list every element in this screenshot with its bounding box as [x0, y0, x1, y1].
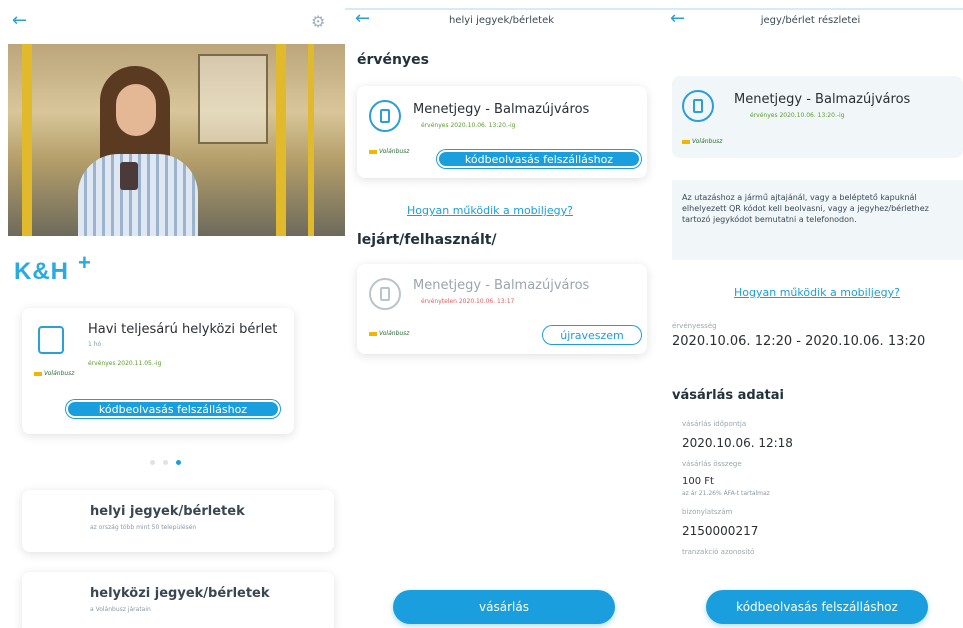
scan-code-button[interactable]: kódbeolvasás felszálláshoz: [66, 400, 280, 418]
valid-ticket-card[interactable]: Menetjegy - Balmazújváros érvényes 2020.…: [357, 86, 647, 178]
scan-code-button[interactable]: kódbeolvasás felszálláshoz: [706, 590, 928, 624]
transaction-label: tranzakció azonosító: [682, 548, 755, 556]
amount-value: 100 Ft: [682, 476, 714, 487]
volanbusz-logo: Volánbusz: [682, 138, 722, 145]
top-bar: ← helyi jegyek/bérletek: [345, 0, 658, 40]
page-title: helyi jegyek/bérletek: [448, 14, 555, 26]
page-title: jegy/bérlet részletei: [760, 14, 861, 26]
hero-image: [8, 44, 345, 236]
pass-calendar-icon: [38, 326, 64, 354]
scan-code-button[interactable]: kódbeolvasás felszálláshoz: [437, 150, 641, 168]
pass-title: Havi teljesárú helyközi bérlet: [88, 322, 278, 337]
back-arrow-icon[interactable]: ←: [12, 12, 32, 32]
purchase-time-value: 2020.10.06. 12:18: [682, 436, 793, 450]
how-it-works-link[interactable]: Hogyan működik a mobiljegy?: [407, 204, 573, 217]
volanbusz-logo: Volánbusz: [34, 370, 74, 377]
list-item-subtitle: az ország több mint 50 településén: [90, 524, 197, 531]
carousel-dots: [150, 460, 181, 465]
back-arrow-icon[interactable]: ←: [670, 10, 690, 30]
ticket-title: Menetjegy - Balmazújváros: [734, 92, 911, 107]
local-tickets-screen: ← helyi jegyek/bérletek érvényes Menetje…: [345, 0, 658, 628]
carousel-dot[interactable]: [163, 460, 168, 465]
volanbusz-logo: Volánbusz: [369, 148, 409, 155]
pass-card[interactable]: Havi teljesárú helyközi bérlet 1 hó érvé…: [22, 308, 294, 434]
carousel-dot-active[interactable]: [176, 460, 181, 465]
ticket-title: Menetjegy - Balmazújváros: [413, 278, 590, 293]
ticket-details-screen: ← jegy/bérlet részletei Menetjegy - Balm…: [658, 0, 963, 628]
bank-logo: K&H +: [14, 250, 92, 285]
receipt-label: bizonylatszám: [682, 508, 733, 516]
carousel-dot[interactable]: [150, 460, 155, 465]
receipt-value: 2150000217: [682, 524, 759, 538]
expired-section-title: lejárt/felhasznált/: [357, 232, 497, 248]
settings-gear-icon[interactable]: ⚙: [311, 12, 331, 32]
purchase-section-title: vásárlás adatai: [672, 388, 784, 403]
rebuy-button[interactable]: újraveszem: [543, 326, 641, 344]
top-bar: ← jegy/bérlet részletei: [658, 0, 963, 40]
ticket-validity: érvényes 2020.10.06. 13:20.-ig: [750, 112, 845, 119]
ticket-invalid-date: érvénytelen 2020.10.06. 13:17: [421, 298, 515, 305]
local-tickets-item[interactable]: helyi jegyek/bérletek az ország több min…: [22, 490, 334, 552]
list-item-title: helyi jegyek/bérletek: [90, 504, 245, 519]
list-item-subtitle: a Volánbusz járatain: [90, 606, 151, 613]
ticket-icon: [682, 90, 714, 122]
ticket-validity: érvényes 2020.10.06. 13:20.-ig: [421, 122, 516, 129]
ticket-icon: [369, 278, 401, 310]
intercity-tickets-item[interactable]: helyközi jegyek/bérletek a Volánbusz jár…: [22, 572, 334, 628]
top-bar: ← ⚙: [0, 0, 345, 44]
pass-validity: érvényes 2020.11.05.-ig: [88, 360, 162, 367]
info-text: Az utazáshoz a jármű ajtajánál, vagy a b…: [672, 180, 963, 260]
validity-label: érvényesség: [672, 322, 717, 330]
ticket-summary: Menetjegy - Balmazújváros érvényes 2020.…: [672, 76, 963, 158]
ticket-icon: [369, 100, 401, 132]
how-it-works-link[interactable]: Hogyan működik a mobiljegy?: [734, 286, 900, 299]
valid-section-title: érvényes: [357, 52, 429, 68]
home-screen: ← ⚙ K&H + Havi teljesárú helyközi bérlet …: [0, 0, 345, 628]
expired-ticket-card[interactable]: Menetjegy - Balmazújváros érvénytelen 20…: [357, 264, 647, 354]
validity-value: 2020.10.06. 12:20 - 2020.10.06. 13:20: [672, 334, 926, 349]
pass-subtitle: 1 hó: [88, 341, 102, 348]
back-arrow-icon[interactable]: ←: [355, 10, 375, 30]
buy-button[interactable]: vásárlás: [393, 590, 615, 624]
volanbusz-logo: Volánbusz: [369, 330, 409, 337]
list-item-title: helyközi jegyek/bérletek: [90, 586, 270, 601]
amount-note: az ár 21.26% ÁFA-t tartalmaz: [682, 490, 770, 497]
ticket-title: Menetjegy - Balmazújváros: [413, 102, 590, 117]
purchase-time-label: vásárlás időpontja: [682, 420, 747, 428]
amount-label: vásárlás összege: [682, 460, 742, 468]
